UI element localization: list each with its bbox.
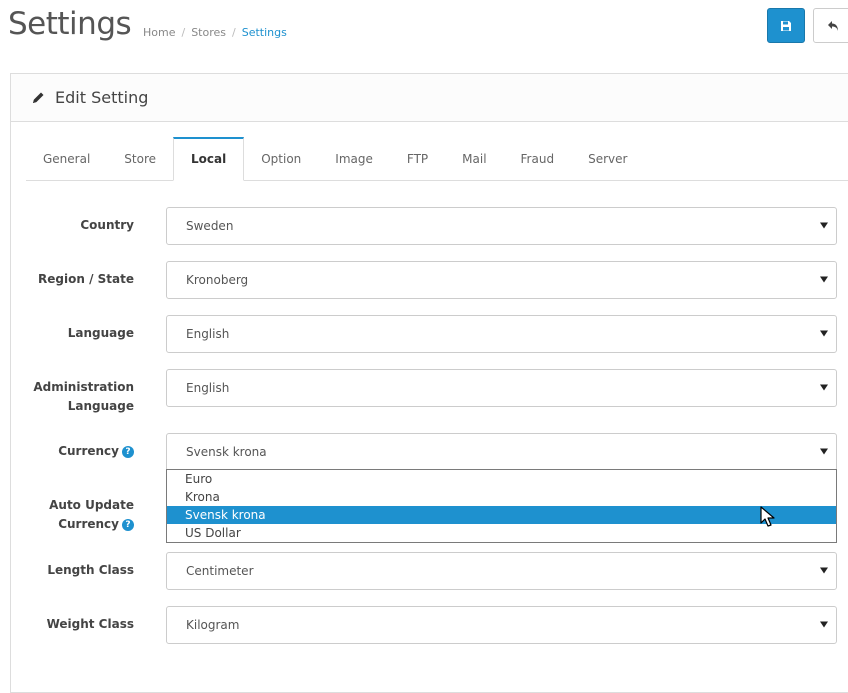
breadcrumb-separator: / [181,26,186,39]
caret-down-icon [818,327,830,339]
tab-option[interactable]: Option [244,137,318,180]
admin-language-label-line1: Administration [33,380,134,394]
weight-class-select[interactable]: Kilogram [166,606,837,644]
length-class-label: Length Class [47,563,134,577]
auto-update-currency-label: Auto Update Currency? [49,496,134,534]
tab-general[interactable]: General [26,137,107,180]
language-label: Language [67,326,134,340]
settings-tabs: General Store Local Option Image FTP Mai… [26,137,848,181]
breadcrumb: Home / Stores / Settings [143,26,287,39]
caret-down-icon [818,445,830,457]
mouse-cursor-icon [760,506,775,527]
admin-language-value: English [186,381,230,395]
tab-mail[interactable]: Mail [445,137,503,180]
currency-dropdown-list: Euro Krona Svensk krona US Dollar [166,469,837,543]
panel-heading: Edit Setting [11,74,848,122]
breadcrumb-separator: / [232,26,236,39]
save-icon [781,20,791,31]
tab-store[interactable]: Store [107,137,173,180]
country-value: Sweden [186,219,234,233]
admin-language-label: Administration Language [33,378,134,416]
region-value: Kronoberg [186,273,249,287]
auto-update-label-line2: Currency [58,517,119,531]
reply-icon [828,20,838,31]
breadcrumb-home[interactable]: Home [143,26,175,39]
breadcrumb-settings[interactable]: Settings [242,26,287,39]
caret-down-icon [818,219,830,231]
currency-label: Currency? [58,442,134,461]
breadcrumb-stores[interactable]: Stores [191,26,226,39]
auto-update-label-line1: Auto Update [49,498,134,512]
admin-language-select[interactable]: English [166,369,837,407]
caret-down-icon [818,618,830,630]
save-button[interactable] [767,8,805,43]
country-select[interactable]: Sweden [166,207,837,245]
tab-ftp[interactable]: FTP [390,137,445,180]
pencil-icon [33,92,44,103]
region-label: Region / State [38,272,134,286]
currency-option-krona[interactable]: Krona [167,488,836,506]
admin-language-label-line2: Language [67,399,134,413]
back-button[interactable] [813,8,848,43]
help-icon[interactable]: ? [122,519,134,531]
help-icon[interactable]: ? [122,446,134,458]
length-class-value: Centimeter [186,564,254,578]
tab-fraud[interactable]: Fraud [504,137,572,180]
tab-image[interactable]: Image [318,137,390,180]
weight-class-value: Kilogram [186,618,240,632]
currency-option-us-dollar[interactable]: US Dollar [167,524,836,542]
language-value: English [186,327,230,341]
weight-class-label: Weight Class [46,617,134,631]
caret-down-icon [818,381,830,393]
length-class-select[interactable]: Centimeter [166,552,837,590]
caret-down-icon [818,564,830,576]
language-select[interactable]: English [166,315,837,353]
tab-local[interactable]: Local [173,137,245,181]
panel-title: Edit Setting [55,88,149,107]
currency-label-text: Currency [58,444,119,458]
currency-option-svensk-krona[interactable]: Svensk krona [167,506,836,524]
region-select[interactable]: Kronoberg [166,261,837,299]
currency-option-euro[interactable]: Euro [167,470,836,488]
tab-server[interactable]: Server [571,137,644,180]
country-label: Country [80,218,134,232]
currency-value: Svensk krona [186,445,267,459]
page-title: Settings [8,6,132,42]
caret-down-icon [818,273,830,285]
currency-select[interactable]: Svensk krona [166,433,837,471]
